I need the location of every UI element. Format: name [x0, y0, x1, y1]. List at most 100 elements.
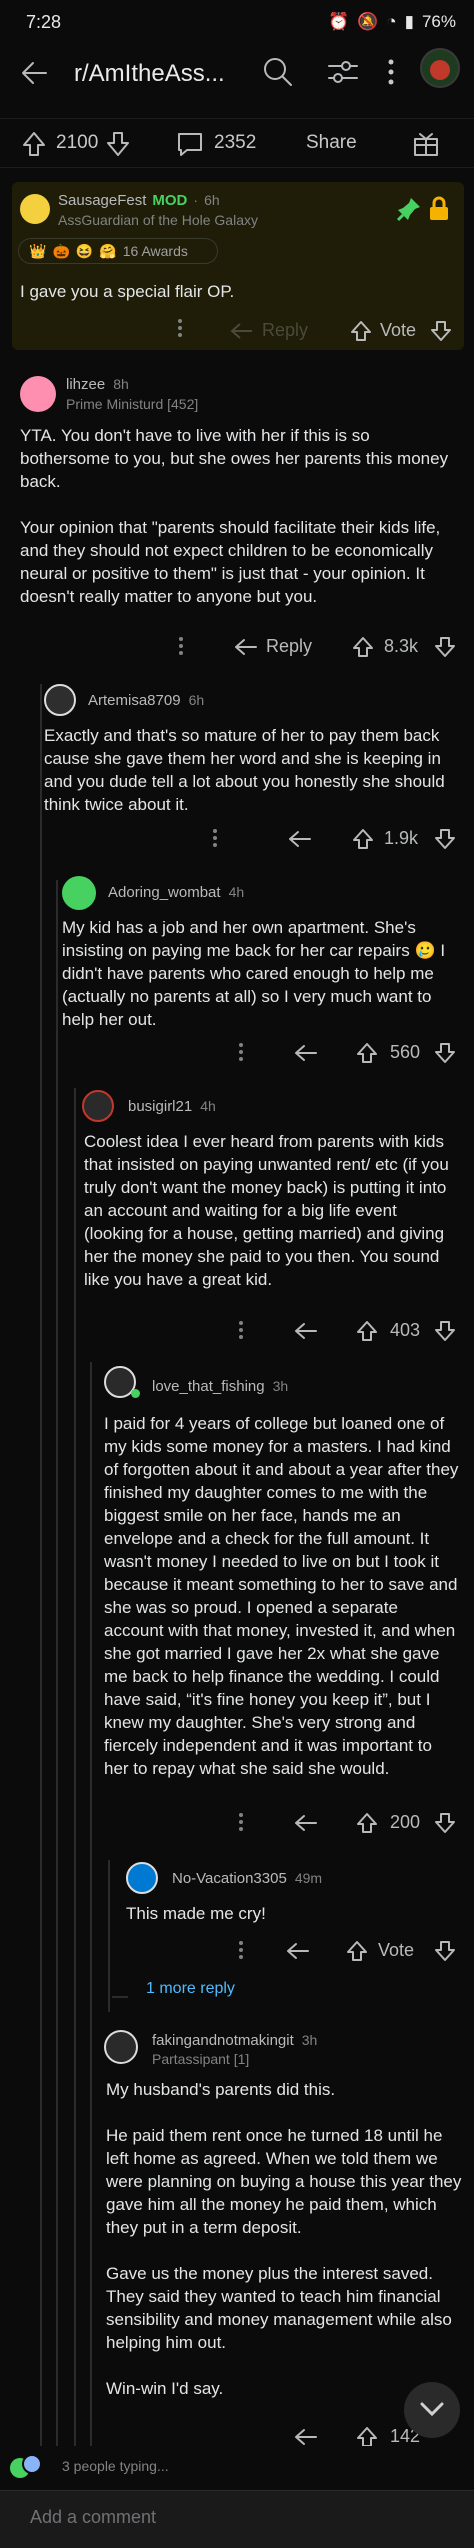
thread-line[interactable]	[90, 1362, 92, 2548]
upvote-icon[interactable]	[356, 1042, 378, 1064]
upvote-icon[interactable]	[350, 320, 372, 342]
comment-score: 8.3k	[384, 636, 419, 656]
more-options-icon[interactable]	[386, 58, 396, 86]
smile-award-icon: 😆	[75, 242, 94, 259]
downvote-icon[interactable]	[106, 131, 130, 157]
post-action-bar: 2100 2352 Share	[0, 118, 474, 168]
reply-icon[interactable]	[234, 638, 258, 656]
comment-username[interactable]: Adoring_wombat	[108, 884, 221, 901]
user-flair: AssGuardian of the Hole Galaxy	[58, 212, 258, 228]
subreddit-title[interactable]: r/AmItheAss...	[74, 60, 225, 88]
gift-award-icon[interactable]	[412, 130, 440, 158]
vote-label: Vote	[380, 320, 417, 340]
comment-avatar[interactable]	[20, 376, 56, 412]
upvote-icon[interactable]	[22, 131, 46, 157]
reply-icon[interactable]	[230, 322, 254, 340]
typing-avatar	[22, 2454, 42, 2474]
thread-line[interactable]	[108, 1860, 110, 2012]
more-options-icon[interactable]	[238, 1042, 244, 1067]
comment-score: 200	[390, 1812, 421, 1832]
reply-icon[interactable]	[294, 1814, 318, 1832]
more-options-icon[interactable]	[212, 828, 218, 853]
comment-avatar[interactable]	[62, 876, 96, 910]
thread-line[interactable]	[74, 1088, 76, 2548]
comment-avatar[interactable]	[44, 684, 76, 716]
status-bar: 7:28 ⏰ 🔕 ◔ ▮ 76%	[0, 0, 474, 48]
mute-icon: 🔕	[357, 12, 379, 31]
reply-button[interactable]: Reply	[262, 320, 308, 341]
comment-count[interactable]: 2352	[214, 132, 256, 154]
comment-username[interactable]: Artemisa8709	[88, 692, 181, 709]
downvote-icon[interactable]	[434, 1940, 456, 1962]
more-replies-link[interactable]: 1 more reply	[146, 1980, 235, 1998]
pin-icon	[396, 198, 420, 222]
scroll-down-button[interactable]	[404, 2382, 460, 2438]
upvote-icon[interactable]	[352, 636, 374, 658]
comment-icon[interactable]	[176, 131, 204, 157]
thread-line[interactable]	[40, 684, 42, 2548]
clock: 7:28	[26, 12, 62, 32]
alarm-icon: ⏰	[327, 12, 350, 31]
comment-footer: 3 people typing... Add a comment	[0, 2446, 474, 2548]
awards-row[interactable]: 👑 🎃 😆 🤗 16 Awards	[18, 238, 218, 264]
add-comment-input[interactable]: Add a comment	[30, 2507, 156, 2528]
reply-icon[interactable]	[288, 830, 312, 848]
comment-body: I gave you a special flair OP.	[20, 282, 235, 301]
vote-label: Vote	[378, 1940, 415, 1960]
share-button[interactable]: Share	[306, 132, 357, 154]
more-options-icon[interactable]	[238, 1320, 244, 1345]
downvote-icon[interactable]	[430, 320, 452, 342]
thread-line[interactable]	[56, 880, 58, 2548]
reply-icon[interactable]	[294, 1044, 318, 1062]
chevron-down-icon	[420, 2402, 444, 2417]
downvote-icon[interactable]	[434, 636, 456, 658]
comment-body: Exactly and that's so mature of her to p…	[44, 726, 445, 814]
comment-username[interactable]: fakingandnotmakingit	[152, 2032, 294, 2049]
more-options-icon[interactable]	[238, 1940, 244, 1965]
upvote-icon[interactable]	[346, 1940, 368, 1962]
post-score: 2100	[56, 132, 99, 153]
comment-age: 4h	[228, 884, 245, 900]
filter-icon[interactable]	[326, 56, 360, 88]
more-options-icon[interactable]	[177, 318, 183, 343]
ghost-award-icon: 🎃	[52, 242, 70, 259]
comment-body: YTA. You don't have to live with her if …	[20, 426, 449, 606]
user-avatar[interactable]	[420, 48, 460, 88]
downvote-icon[interactable]	[434, 1320, 456, 1342]
upvote-icon[interactable]	[356, 2426, 378, 2448]
downvote-icon[interactable]	[434, 1812, 456, 1834]
more-options-icon[interactable]	[238, 1812, 244, 1837]
more-options-icon[interactable]	[178, 636, 184, 661]
comment-body: Coolest idea I ever heard from parents w…	[84, 1132, 449, 1289]
signal-icon: ▮	[404, 12, 414, 31]
comment-score: 1.9k	[384, 828, 419, 848]
upvote-icon[interactable]	[352, 828, 374, 850]
comment-avatar[interactable]	[82, 1090, 114, 1122]
comment-age: 6h	[204, 192, 220, 208]
search-icon[interactable]	[262, 56, 294, 88]
downvote-icon[interactable]	[434, 1042, 456, 1064]
comment-age: 3h	[301, 2032, 318, 2048]
comment-avatar[interactable]	[20, 194, 50, 224]
upvote-icon[interactable]	[356, 1812, 378, 1834]
comment-score: 403	[390, 1320, 421, 1340]
crown-award-icon: 👑	[29, 242, 47, 259]
online-indicator	[131, 1389, 140, 1398]
comment-input-bar: Add a comment	[0, 2490, 474, 2548]
comment-username[interactable]: No-Vacation3305	[172, 1870, 287, 1887]
comment-username[interactable]: love_that_fishing	[152, 1378, 265, 1395]
comment-avatar[interactable]	[104, 2030, 138, 2064]
reply-icon[interactable]	[294, 2428, 318, 2446]
downvote-icon[interactable]	[434, 828, 456, 850]
back-arrow-icon[interactable]	[20, 60, 48, 86]
reply-button[interactable]: Reply	[266, 636, 312, 657]
reply-icon[interactable]	[294, 1322, 318, 1340]
comment-username[interactable]: busigirl21	[128, 1098, 192, 1115]
status-icons: ⏰ 🔕 ◔ ▮ 76%	[328, 12, 456, 32]
comment-username[interactable]: lihzee	[66, 376, 105, 393]
comment-username[interactable]: SausageFest	[58, 192, 146, 209]
comment-body: I paid for 4 years of college but loaned…	[104, 1414, 459, 1778]
reply-icon[interactable]	[286, 1942, 310, 1960]
comment-avatar[interactable]	[126, 1862, 158, 1894]
upvote-icon[interactable]	[356, 1320, 378, 1342]
